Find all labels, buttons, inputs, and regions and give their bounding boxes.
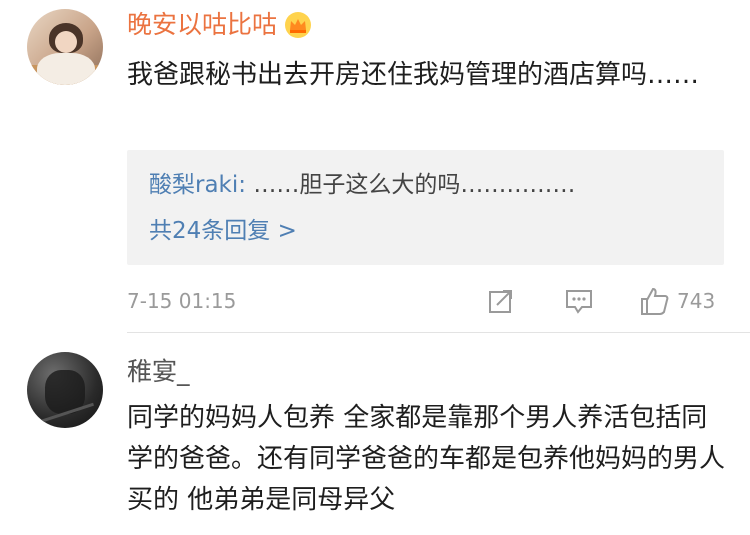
crown-vip-icon	[285, 12, 312, 38]
avatar[interactable]	[27, 9, 103, 85]
reply-preview-box[interactable]: 酸梨raki: ……胆子这么大的吗…………… 共24条回复 >	[127, 150, 724, 265]
comment-divider	[127, 332, 750, 333]
comment-button[interactable]	[564, 286, 594, 316]
comment-text: 我爸跟秘书出去开房还住我妈管理的酒店算吗……	[127, 60, 700, 90]
avatar-photo-body	[37, 53, 95, 85]
reply-username[interactable]: 酸梨raki:	[149, 172, 246, 198]
comment-meta: 7-15 01:15 743	[127, 286, 727, 316]
like-count: 743	[677, 289, 716, 313]
timestamp: 7-15 01:15	[127, 289, 237, 313]
share-button[interactable]	[487, 286, 515, 316]
avatar[interactable]	[27, 352, 103, 428]
thumbs-up-icon	[641, 287, 669, 315]
comment-username[interactable]: 稚宴_	[127, 355, 190, 389]
like-button[interactable]: 743	[639, 286, 715, 316]
comment-text: 同学的妈妈人包养 全家都是靠那个男人养活包括同学的爸爸。还有同学爸爸的车都是包养…	[127, 403, 726, 515]
reply-text: ……胆子这么大的吗……………	[246, 172, 576, 198]
share-icon	[489, 290, 512, 313]
view-replies-link[interactable]: 共24条回复 >	[149, 214, 297, 248]
avatar-photo-face	[55, 31, 77, 53]
comment-username[interactable]: 晚安以咕比咕	[127, 8, 313, 42]
comment-icon	[566, 290, 592, 314]
username-text[interactable]: 晚安以咕比咕	[127, 8, 277, 42]
reply-preview-line[interactable]: 酸梨raki: ……胆子这么大的吗……………	[149, 168, 575, 202]
